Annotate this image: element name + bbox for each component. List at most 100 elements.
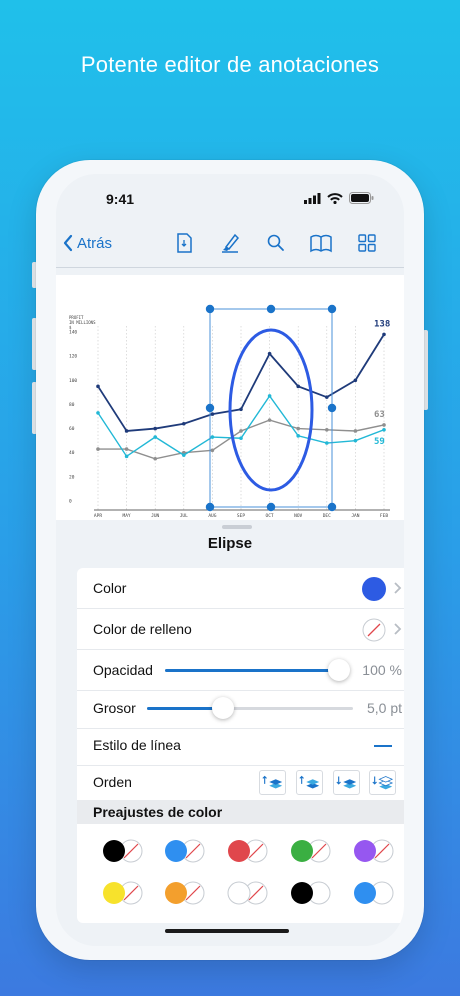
color-preset[interactable]	[163, 880, 205, 906]
data-point	[353, 438, 358, 443]
color-row[interactable]: Color	[77, 568, 404, 609]
chevron-left-icon	[63, 234, 73, 252]
data-point	[325, 427, 329, 432]
grid-icon[interactable]	[355, 231, 379, 255]
back-label: Atrás	[77, 234, 113, 252]
back-button[interactable]: Atrás	[62, 234, 112, 252]
chevron-right-icon	[394, 582, 402, 594]
bring-forward-icon[interactable]	[296, 770, 323, 795]
series-line	[97, 394, 385, 458]
color-preset[interactable]	[289, 880, 331, 906]
color-swatch[interactable]	[362, 577, 386, 601]
data-point	[325, 395, 329, 399]
data-point	[124, 447, 129, 451]
no-fill-icon[interactable]	[362, 618, 386, 642]
y-tick-label: 120	[69, 354, 77, 360]
data-point	[267, 418, 272, 422]
presets-header: Preajustes de color	[77, 800, 404, 824]
color-label: Color	[93, 580, 127, 596]
selection-handle[interactable]	[327, 403, 337, 413]
x-tick-label: FEB	[380, 513, 388, 519]
chevron-right-icon	[394, 623, 402, 635]
x-tick-label: AUG	[208, 513, 216, 519]
selection-handle[interactable]	[205, 304, 215, 314]
selection-handle[interactable]	[205, 403, 215, 413]
data-point	[382, 332, 386, 337]
color-preset[interactable]	[101, 838, 143, 864]
selection-handle[interactable]	[327, 502, 337, 512]
opacity-label: Opacidad	[93, 662, 153, 678]
x-tick-label: SEP	[237, 513, 245, 519]
color-preset[interactable]	[101, 880, 143, 906]
opacity-slider-knob[interactable]	[328, 659, 350, 681]
data-point	[153, 426, 157, 431]
selection-handle[interactable]	[266, 304, 276, 314]
home-indicator[interactable]	[165, 929, 289, 933]
x-tick-label: OCT	[266, 513, 274, 519]
opacity-slider-fill	[165, 669, 339, 672]
sheet-grabber[interactable]	[222, 525, 252, 529]
line-style-row[interactable]: Estilo de línea	[77, 725, 404, 766]
fill-color-row[interactable]: Color de relleno	[77, 609, 404, 650]
data-point	[153, 435, 157, 439]
data-point	[353, 429, 358, 433]
y-axis-label: IN MILLIONS	[69, 320, 96, 325]
data-point	[210, 448, 215, 453]
presets-label: Preajustes de color	[93, 804, 223, 820]
search-icon[interactable]	[264, 231, 288, 255]
x-tick-label: JUL	[180, 513, 188, 519]
data-point	[382, 423, 386, 427]
line-style-preview[interactable]	[374, 745, 392, 747]
book-icon[interactable]	[309, 231, 333, 255]
opacity-value: 100 %	[362, 662, 402, 678]
data-point	[296, 426, 300, 431]
end-label: 138	[374, 319, 390, 329]
data-point	[296, 384, 300, 389]
color-preset[interactable]	[352, 838, 394, 864]
color-preset[interactable]	[352, 880, 394, 906]
bring-to-front-icon[interactable]	[259, 770, 286, 795]
highlighter-icon[interactable]	[218, 231, 242, 255]
color-preset[interactable]	[163, 838, 205, 864]
data-point	[96, 411, 100, 415]
end-label: 63	[374, 410, 385, 420]
x-tick-label: DEC	[323, 513, 331, 519]
data-point	[267, 394, 272, 398]
thickness-slider-knob[interactable]	[212, 697, 235, 719]
wifi-icon	[327, 192, 343, 204]
thickness-value: 5,0 pt	[366, 700, 402, 716]
send-to-back-icon[interactable]	[369, 770, 396, 795]
y-axis-label: $	[69, 325, 72, 330]
data-point	[210, 435, 215, 439]
chart: APR MAY JUN JUL AUG SEP OCT NOV DEC JAN FEB 0 20 40 60…	[69, 304, 390, 519]
data-point	[124, 429, 129, 433]
x-tick-label: NOV	[294, 513, 302, 519]
data-point	[239, 429, 243, 433]
sheet-title: Elipse	[207, 535, 253, 552]
data-point	[382, 427, 386, 432]
thickness-label: Grosor	[93, 700, 136, 716]
document-page[interactable]: APR MAY JUN JUL AUG SEP OCT NOV DEC JAN FEB 0 20 40 60…	[56, 275, 404, 520]
end-label: 59	[374, 437, 385, 447]
selection-handle[interactable]	[266, 502, 276, 512]
data-point	[353, 378, 358, 383]
x-tick-label: APR	[94, 513, 102, 519]
y-tick-label: 100	[69, 378, 77, 384]
opacity-row: Opacidad 100 %	[77, 650, 404, 691]
y-tick-label: 0	[69, 499, 72, 505]
data-point	[96, 447, 100, 451]
battery-icon	[349, 192, 374, 204]
order-label: Orden	[93, 774, 132, 790]
selection-handle[interactable]	[205, 502, 215, 512]
document-icon[interactable]	[172, 231, 196, 255]
color-preset[interactable]	[226, 838, 268, 864]
screen: 9:41 Atrás APR MAY JUN JUL AUG SEP OCT N…	[56, 174, 404, 946]
send-backward-icon[interactable]	[333, 770, 360, 795]
data-point	[153, 456, 157, 461]
data-point	[96, 384, 100, 389]
color-preset[interactable]	[226, 880, 268, 906]
signal-icon	[304, 192, 321, 204]
color-preset[interactable]	[289, 838, 331, 864]
y-tick-label: 60	[69, 426, 75, 432]
selection-handle[interactable]	[327, 304, 337, 314]
